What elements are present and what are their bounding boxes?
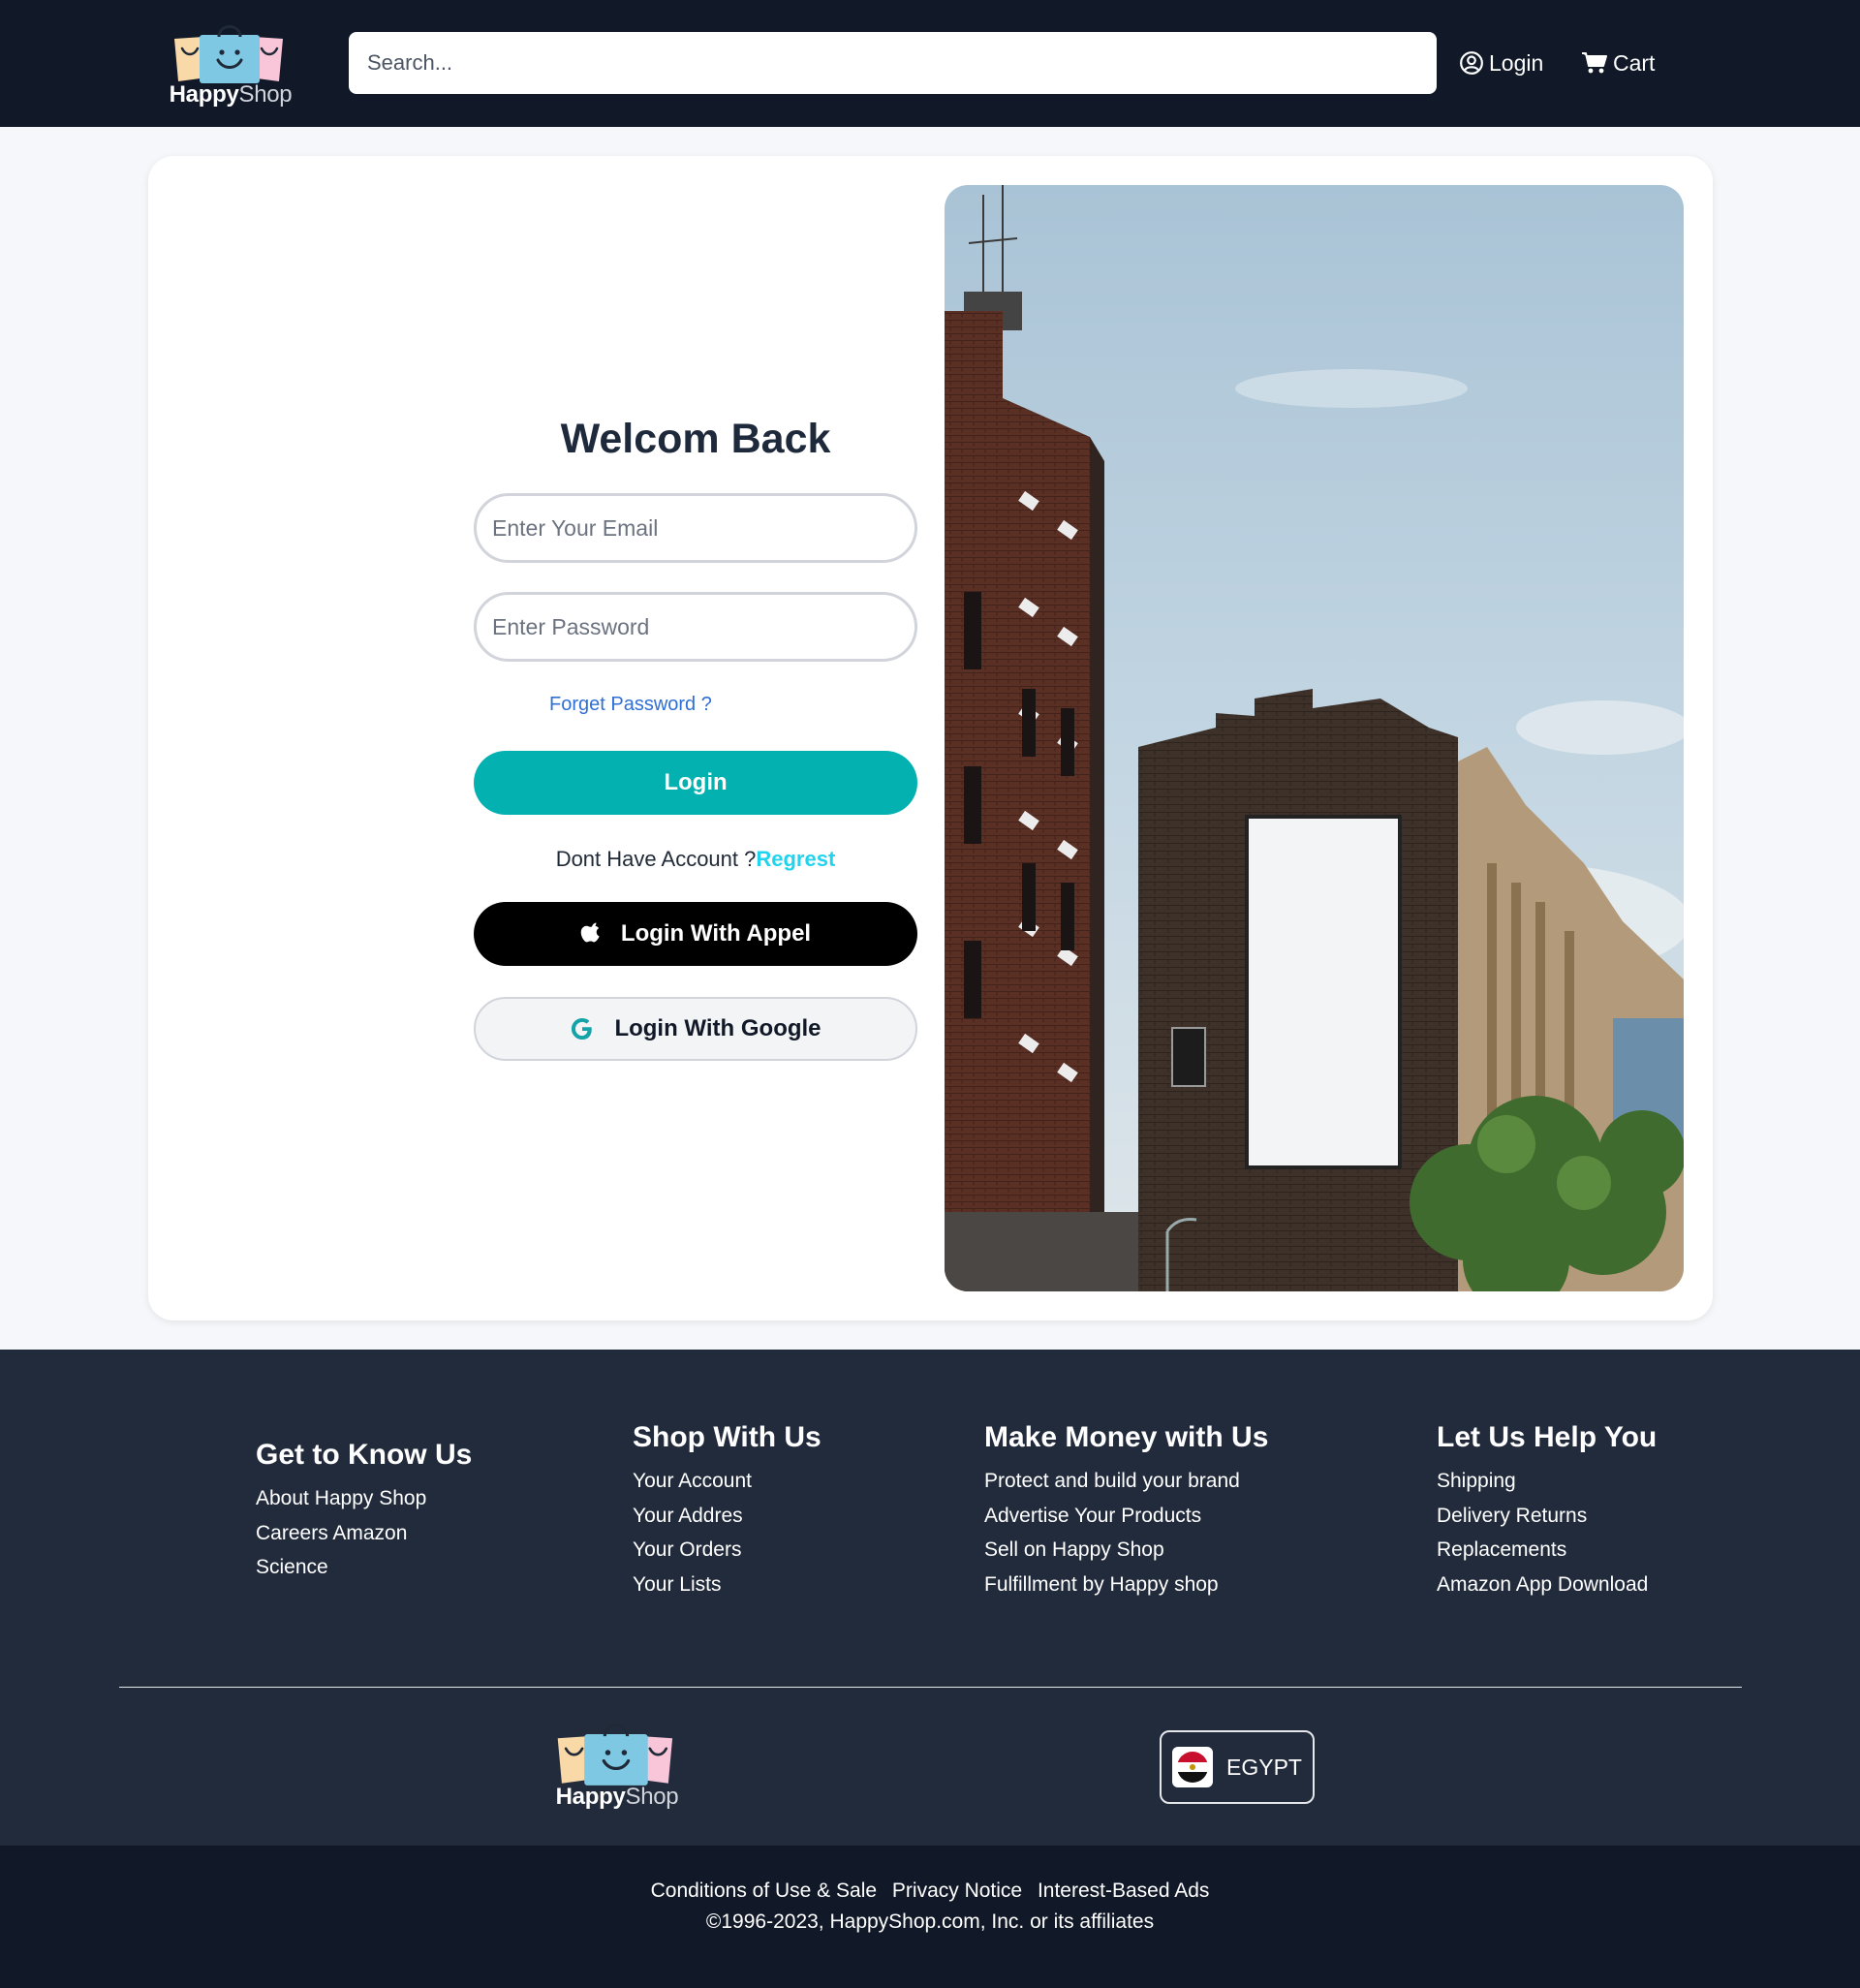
egypt-flag-icon	[1172, 1747, 1214, 1787]
cart-nav-label: Cart	[1613, 49, 1656, 76]
login-with-google-button[interactable]: Login With Google	[474, 997, 917, 1061]
footer-link[interactable]: Advertise Your Products	[984, 1499, 1268, 1534]
footer-link[interactable]: Your Lists	[633, 1568, 822, 1602]
google-icon	[570, 1016, 595, 1041]
copyright-text: ©1996-2023, HappyShop.com, Inc. or its a…	[705, 1910, 1155, 1933]
password-field[interactable]	[474, 592, 917, 662]
forget-password-link[interactable]: Forget Password ?	[549, 694, 712, 716]
footer-link[interactable]: Shipping	[1437, 1464, 1657, 1499]
footer-link[interactable]: Amazon App Download	[1437, 1568, 1657, 1602]
logo-text: HappyShop	[169, 81, 293, 108]
conditions-link[interactable]: Conditions of Use & Sale	[651, 1879, 877, 1902]
footer-column-help: Let Us Help You Shipping Delivery Return…	[1437, 1421, 1657, 1601]
footer-link[interactable]: Sell on Happy Shop	[984, 1533, 1268, 1568]
footer-link[interactable]: Protect and build your brand	[984, 1464, 1268, 1499]
footer-column-title: Make Money with Us	[984, 1421, 1269, 1453]
footer-link[interactable]: Delivery Returns	[1437, 1499, 1657, 1534]
footer-link[interactable]: About Happy Shop	[256, 1481, 472, 1516]
country-label: EGYPT	[1226, 1754, 1302, 1780]
apple-icon	[580, 922, 602, 946]
footer-logo[interactable]: HappyShop	[544, 1716, 690, 1813]
login-nav-link[interactable]: Login	[1459, 47, 1543, 79]
footer-link[interactable]: Careers Amazon	[256, 1516, 472, 1551]
footer-divider	[119, 1687, 1742, 1688]
happyshop-logo[interactable]: HappyShop	[163, 17, 298, 110]
login-nav-label: Login	[1489, 49, 1544, 76]
footer-column-title: Shop With Us	[633, 1421, 822, 1453]
city-buildings-image	[945, 185, 1684, 1291]
user-circle-icon	[1460, 51, 1483, 75]
no-account-text: Dont Have Account ?Regrest	[474, 847, 917, 872]
login-button[interactable]: Login	[474, 751, 917, 815]
privacy-link[interactable]: Privacy Notice	[892, 1879, 1022, 1902]
footer-column-title: Let Us Help You	[1437, 1421, 1658, 1453]
footer-column-title: Get to Know Us	[256, 1439, 473, 1471]
page-title: Welcom Back	[560, 416, 831, 462]
shopping-bags-logo-icon	[557, 1724, 673, 1786]
footer-link[interactable]: Replacements	[1437, 1533, 1657, 1568]
country-selector[interactable]: EGYPT	[1160, 1730, 1315, 1804]
login-with-apple-button[interactable]: Login With Appel	[474, 902, 917, 966]
interest-ads-link[interactable]: Interest-Based Ads	[1038, 1879, 1209, 1902]
logo-text: HappyShop	[555, 1784, 679, 1810]
footer-column-make-money: Make Money with Us Protect and build you…	[984, 1421, 1268, 1601]
email-field[interactable]	[474, 493, 917, 563]
footer-link[interactable]: Your Account	[633, 1464, 822, 1499]
google-button-label: Login With Google	[614, 1015, 822, 1041]
footer-column-get-to-know-us: Get to Know Us About Happy Shop Careers …	[256, 1439, 472, 1585]
login-card: Welcom Back Forget Password ? Login Dont…	[148, 156, 1713, 1320]
register-link[interactable]: Regrest	[756, 847, 835, 871]
bottom-bar: Conditions of Use & Sale Privacy Notice …	[0, 1846, 1860, 1988]
no-account-label: Dont Have Account ?	[555, 847, 757, 871]
footer-link[interactable]: Your Addres	[633, 1499, 822, 1534]
footer-link[interactable]: Science	[256, 1550, 472, 1585]
cart-nav-link[interactable]: Cart	[1581, 47, 1655, 79]
shopping-bags-logo-icon	[174, 25, 283, 83]
header: HappyShop Login Cart	[0, 0, 1860, 127]
footer-column-shop-with-us: Shop With Us Your Account Your Addres Yo…	[633, 1421, 822, 1601]
footer-link[interactable]: Your Orders	[633, 1533, 822, 1568]
cart-icon	[1582, 52, 1607, 74]
legal-links: Conditions of Use & Sale Privacy Notice …	[0, 1879, 1860, 1903]
search-input[interactable]	[349, 32, 1437, 94]
footer: Get to Know Us About Happy Shop Careers …	[0, 1350, 1860, 1846]
apple-button-label: Login With Appel	[620, 920, 812, 947]
footer-link[interactable]: Fulfillment by Happy shop	[984, 1568, 1268, 1602]
